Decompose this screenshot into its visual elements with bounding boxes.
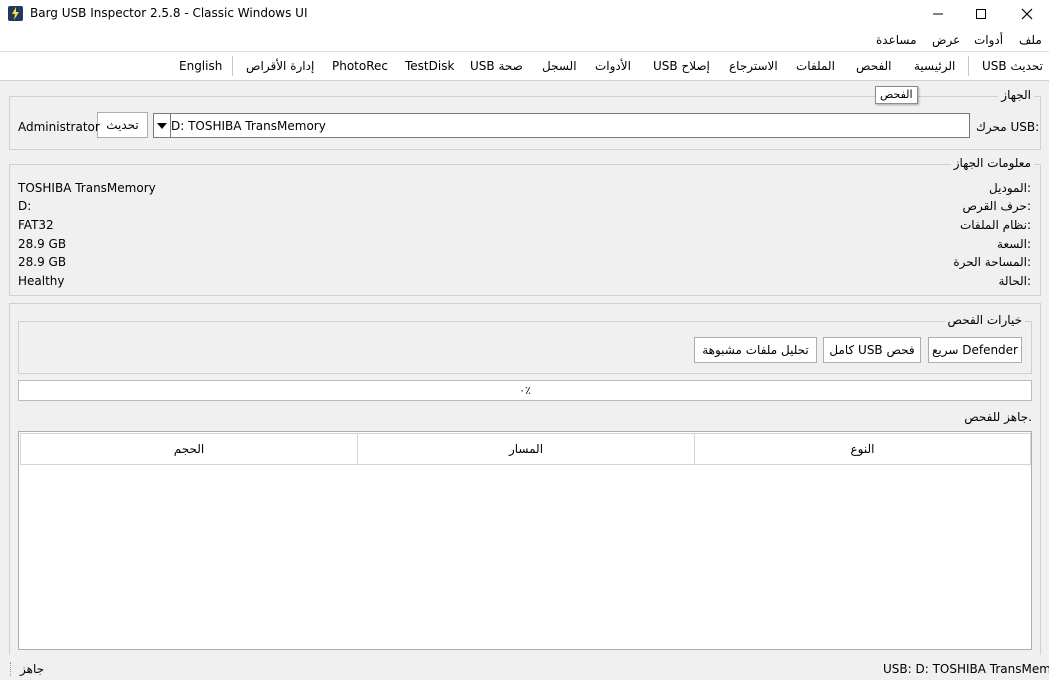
full-usb-scan-button[interactable]: كامل USB فحص xyxy=(823,337,921,363)
info-value-model: TOSHIBA TransMemory xyxy=(18,181,156,195)
menu-bar: ملف أدوات عرض مساعدة xyxy=(0,27,1049,52)
quick-defender-scan-button[interactable]: سريع Defender xyxy=(928,337,1022,363)
info-value-drive-letter: D: xyxy=(18,199,32,213)
usb-drive-select[interactable]: D: TOSHIBA TransMemory xyxy=(153,113,970,138)
tab-disk-management[interactable]: إدارة الأقراص xyxy=(246,59,314,73)
tab-separator xyxy=(232,56,233,76)
info-label-capacity: السعة: xyxy=(997,237,1031,251)
info-label-drive-letter: حرف القرص: xyxy=(962,199,1031,213)
info-label-model: الموديل: xyxy=(989,181,1031,195)
tab-log[interactable]: السجل xyxy=(542,59,577,73)
tab-home[interactable]: الرئيسية xyxy=(914,59,955,73)
tab-english[interactable]: English xyxy=(179,59,222,73)
device-info-group-title: معلومات الجهاز xyxy=(950,156,1034,170)
tab-usb-repair[interactable]: USB إصلاح xyxy=(653,59,710,73)
tooltip: الفحص xyxy=(875,86,918,104)
scan-progress-bar: ٠٪ xyxy=(18,380,1032,401)
progress-text: ٠٪ xyxy=(519,384,531,397)
close-icon xyxy=(1021,8,1033,20)
info-value-filesystem: FAT32 xyxy=(18,218,54,232)
analyze-suspicious-files-button[interactable]: تحليل ملفات مشبوهة xyxy=(694,337,817,363)
status-usb-device: USB: D: TOSHIBA TransMemory xyxy=(883,662,1049,676)
device-group-title: الجهاز xyxy=(998,88,1034,102)
maximize-button[interactable] xyxy=(958,0,1004,27)
info-label-free-space: المساحة الحرة: xyxy=(953,255,1031,269)
tab-files[interactable]: الملفات xyxy=(796,59,835,73)
menu-help[interactable]: مساعدة xyxy=(876,33,917,47)
admin-label: Administrator xyxy=(18,120,100,134)
usb-drive-label: محرك USB: xyxy=(976,120,1040,134)
column-header-path[interactable]: المسار xyxy=(357,433,695,465)
menu-tools[interactable]: أدوات xyxy=(974,33,1003,47)
menu-file[interactable]: ملف xyxy=(1019,33,1042,47)
tab-separator xyxy=(968,56,969,76)
info-label-filesystem: نظام الملفات: xyxy=(959,218,1031,232)
scan-options-group-title: خيارات الفحص xyxy=(944,313,1025,327)
maximize-icon xyxy=(976,9,986,19)
info-value-capacity: 28.9 GB xyxy=(18,237,67,251)
results-table[interactable]: النوع المسار الحجم xyxy=(18,431,1032,650)
tab-bar: USB تحديث الرئيسية الفحص الملفات الاسترج… xyxy=(0,52,1049,81)
tab-tools[interactable]: الأدوات xyxy=(595,59,631,73)
column-header-type[interactable]: النوع xyxy=(694,433,1031,465)
close-button[interactable] xyxy=(1004,0,1049,27)
status-ready: جاهز xyxy=(20,662,45,676)
minimize-button[interactable] xyxy=(915,0,961,27)
size-grip-icon xyxy=(10,662,17,676)
device-info-group: معلومات الجهاز xyxy=(9,156,1041,296)
tab-recovery[interactable]: الاسترجاع xyxy=(729,59,778,73)
menu-view[interactable]: عرض xyxy=(932,33,960,47)
tab-scan[interactable]: الفحص xyxy=(856,59,892,73)
title-bar: Barg USB Inspector 2.5.8 - Classic Windo… xyxy=(0,0,1049,27)
tab-usb-health[interactable]: USB صحة xyxy=(470,59,523,73)
info-value-free-space: 28.9 GB xyxy=(18,255,67,269)
refresh-button[interactable]: تحديث xyxy=(97,112,148,138)
usb-drive-value: D: TOSHIBA TransMemory xyxy=(171,119,326,133)
chevron-down-icon xyxy=(157,123,167,129)
scan-status-text: جاهز للفحص. xyxy=(964,410,1032,424)
window-title: Barg USB Inspector 2.5.8 - Classic Windo… xyxy=(30,6,308,20)
info-value-status: Healthy xyxy=(18,274,65,288)
info-label-status: الحالة: xyxy=(998,274,1031,288)
minimize-icon xyxy=(933,13,943,15)
tab-usb-update[interactable]: USB تحديث xyxy=(982,59,1043,73)
column-header-size[interactable]: الحجم xyxy=(20,433,358,465)
tab-testdisk[interactable]: TestDisk xyxy=(405,59,454,73)
status-bar: جاهز USB: D: TOSHIBA TransMemory xyxy=(0,658,1049,680)
tab-photorec[interactable]: PhotoRec xyxy=(332,59,388,73)
lightning-bolt-icon xyxy=(8,6,23,21)
combo-dropdown-button[interactable] xyxy=(154,114,171,137)
